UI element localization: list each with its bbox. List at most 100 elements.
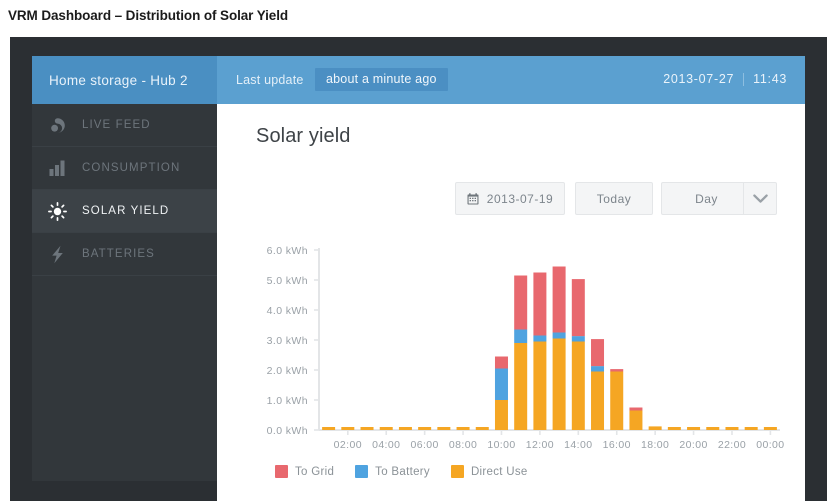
bar-segment[interactable] [494,400,508,430]
bar-segment[interactable] [629,407,643,411]
legend-label: To Grid [295,465,335,478]
bar-stack[interactable] [475,427,489,430]
bar-stack[interactable] [360,427,374,430]
bar-segment[interactable] [591,366,605,372]
x-axis-tick-label: 08:00 [449,439,477,451]
bar-segment[interactable] [514,329,528,344]
bar-segment[interactable] [437,427,451,430]
x-axis-tick-label: 02:00 [334,439,362,451]
sidebar-item-label: CONSUMPTION [82,162,181,174]
y-axis-tick-label: 4.0 kWh [267,305,308,317]
bar-segment[interactable] [552,266,566,333]
bar-stack[interactable] [398,427,412,430]
bar-stack[interactable] [418,427,432,430]
bar-segment[interactable] [629,410,643,431]
site-selector[interactable]: Home storage - Hub 2 [32,56,217,104]
bar-segment[interactable] [763,427,777,430]
bar-stack[interactable] [322,427,336,430]
legend-swatch [275,465,288,478]
sidebar-item-label: LIVE FEED [82,119,151,131]
screenshot-root: VRM Dashboard – Distribution of Solar Yi… [0,0,837,501]
bar-stack[interactable] [706,427,720,430]
bar-stack[interactable] [552,266,566,431]
y-axis-tick-label: 5.0 kWh [267,275,308,287]
sidebar-item-batteries[interactable]: BATTERIES [32,233,217,276]
bar-segment[interactable] [514,275,528,330]
bar-segment[interactable] [533,335,547,342]
bar-stack[interactable] [610,369,624,431]
live-feed-icon [32,117,82,134]
legend-item[interactable]: To Battery [355,465,430,478]
y-axis-tick-label: 2.0 kWh [267,365,308,377]
bar-segment[interactable] [379,427,393,430]
top-bar: Home storage - Hub 2 Last update about a… [32,56,805,104]
clock-divider [743,72,745,86]
bar-segment[interactable] [571,279,585,337]
x-axis-tick-label: 14:00 [564,439,592,451]
sun-icon [32,201,82,221]
bar-segment[interactable] [725,427,739,430]
sidebar-item-live-feed[interactable]: LIVE FEED [32,104,217,147]
clock-date: 2013-07-27 [663,72,735,86]
bar-stack[interactable] [763,427,777,430]
chart-legend: To Grid To Battery Direct Use [275,465,540,478]
bar-stack[interactable] [494,356,508,431]
bar-segment[interactable] [571,341,585,431]
bar-segment[interactable] [533,272,547,336]
x-axis-tick-label: 04:00 [372,439,400,451]
bar-segment[interactable] [552,332,566,339]
bar-segment[interactable] [744,427,758,430]
bar-stack[interactable] [379,427,393,430]
bar-segment[interactable] [494,356,508,369]
bar-stack[interactable] [648,426,662,430]
main-panel: Solar yield 2013-07-19 Today Day 0.0 kWh… [217,104,805,501]
bar-segment[interactable] [706,427,720,430]
bar-segment[interactable] [494,368,508,401]
bar-segment[interactable] [571,336,585,342]
bar-segment[interactable] [687,427,701,430]
bar-stack[interactable] [744,427,758,430]
bar-segment[interactable] [456,427,470,430]
bar-segment[interactable] [418,427,432,430]
bar-segment[interactable] [398,427,412,430]
bar-stack[interactable] [456,427,470,430]
bar-segment[interactable] [475,427,489,430]
sidebar-item-solar-yield[interactable]: SOLAR YIELD [32,190,226,233]
clock-time: 11:43 [753,72,787,86]
bar-stack[interactable] [591,339,605,431]
bar-stack[interactable] [533,272,547,431]
x-axis-tick-label: 20:00 [679,439,707,451]
bar-stack[interactable] [667,427,681,430]
y-axis-tick-label: 3.0 kWh [267,335,308,347]
bar-stack[interactable] [341,427,355,430]
app-window: Home storage - Hub 2 Last update about a… [10,37,827,501]
sidebar-item-label: BATTERIES [82,248,155,260]
bar-stack[interactable] [629,407,643,431]
bar-segment[interactable] [360,427,374,430]
bar-segment[interactable] [667,427,681,430]
sidebar-item-label: SOLAR YIELD [82,205,170,217]
bar-segment[interactable] [648,426,662,430]
bar-segment[interactable] [591,339,605,367]
bar-segment[interactable] [341,427,355,430]
bar-segment[interactable] [533,341,547,431]
bar-stack[interactable] [687,427,701,430]
bar-stack[interactable] [514,275,528,431]
bar-segment[interactable] [322,427,336,430]
bar-segment[interactable] [610,371,624,431]
bar-stack[interactable] [725,427,739,430]
bar-segment[interactable] [514,343,528,430]
bar-segment[interactable] [610,369,624,372]
legend-item[interactable]: To Grid [275,465,334,478]
x-axis-tick-label: 06:00 [411,439,439,451]
clock: 2013-07-27 11:43 [663,72,787,86]
bar-segment[interactable] [552,338,566,431]
legend-swatch [450,465,464,478]
bar-stack[interactable] [571,279,585,431]
bar-stack[interactable] [437,427,451,430]
bar-segment[interactable] [591,371,605,431]
last-update-value: about a minute ago [315,68,448,91]
chart-canvas: 0.0 kWh 1.0 kWh 2.0 kWh 3.0 kWh 4.0 kWh 5.0 k… [267,245,784,451]
sidebar-item-consumption[interactable]: CONSUMPTION [32,147,217,190]
legend-item[interactable]: Direct Use [450,465,528,478]
